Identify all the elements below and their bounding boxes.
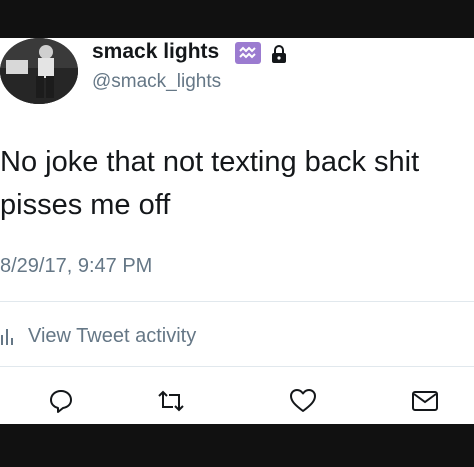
aquarius-icon <box>235 42 261 64</box>
retweet-icon <box>158 390 184 412</box>
envelope-icon <box>412 391 438 411</box>
user-handle[interactable]: @smack_lights <box>92 71 221 93</box>
tweet-activity-link[interactable]: View Tweet activity <box>0 322 196 350</box>
avatar[interactable] <box>0 38 78 104</box>
retweet-button[interactable] <box>156 386 186 416</box>
heart-icon <box>290 389 316 412</box>
divider <box>0 301 474 302</box>
lock-icon <box>271 44 287 69</box>
tweet-text: No joke that not texting back shit pisse… <box>0 146 420 221</box>
bar-chart-icon <box>1 329 13 345</box>
tweet-activity-label: View Tweet activity <box>28 324 197 347</box>
divider <box>0 366 474 367</box>
reply-button[interactable] <box>46 386 76 416</box>
reply-icon <box>50 390 72 413</box>
display-name[interactable]: smack lights <box>92 40 219 64</box>
message-button[interactable] <box>410 386 440 416</box>
tweet-card: smack lights @smack_lights No joke that … <box>0 38 474 424</box>
like-button[interactable] <box>288 386 318 416</box>
tweet-timestamp[interactable]: 8/29/17, 9:47 PM <box>0 255 152 278</box>
